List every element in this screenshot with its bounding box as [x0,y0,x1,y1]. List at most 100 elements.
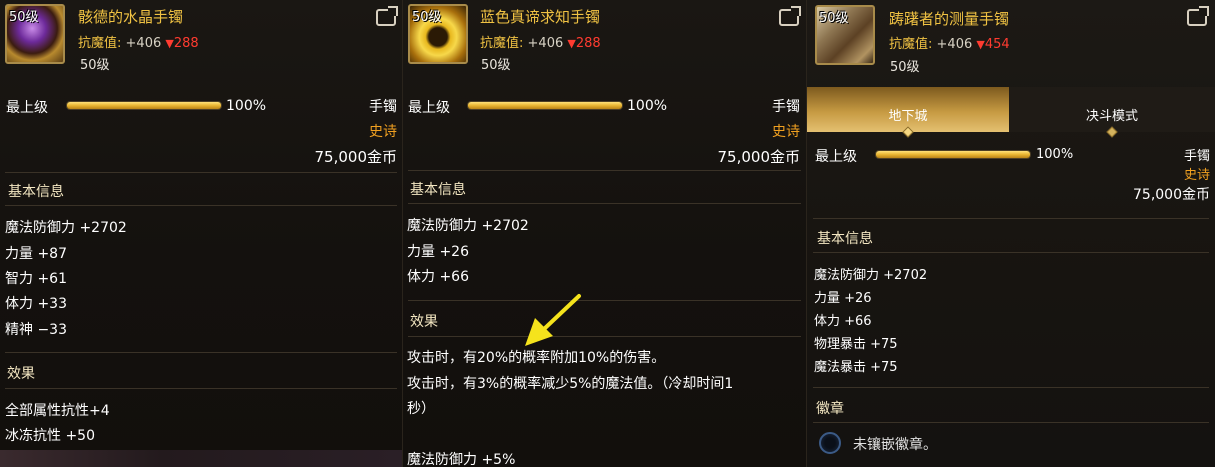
divider [5,388,397,389]
item-name: 蓝色真谛求知手镯 [480,8,601,26]
resist-value: +406 [527,36,564,51]
item-rarity: 史诗 [772,124,800,140]
item-level-badge: 50级 [819,11,849,26]
required-level: 50级 [890,60,920,75]
item-level-badge: 50级 [9,10,39,25]
tab-duel-mode[interactable]: 决斗模式 [1009,87,1215,138]
share-icon[interactable] [1187,9,1207,26]
resist-label: 抗魔值: [480,36,524,51]
resist-label: 抗魔值: [889,37,933,52]
item-tooltip-3: 50级 踌躇者的测量手镯 抗魔值: +406 ▼454 50级 地下城 决斗模式… [807,0,1215,467]
stat-line: 魔法防御力 +2702 [814,268,928,283]
share-icon[interactable] [376,9,396,26]
stat-line: 力量 +26 [407,244,469,260]
stat-line: 体力 +66 [814,314,872,329]
resist-diff: 454 [984,37,1010,52]
stat-line: 魔法防御力 +2702 [407,218,529,234]
effect-line: 全部属性抗性+4 [5,403,110,419]
emblem-title: 徽章 [816,401,844,417]
upgrade-percent: 100% [226,98,267,114]
divider [408,300,801,301]
purple-crystal-bracelet-icon[interactable]: 50级 [5,4,65,64]
stat-line: 体力 +33 [5,296,67,312]
stat-line: 体力 +66 [407,269,469,285]
tab-label: 地下城 [888,109,928,124]
effect-title: 效果 [410,314,438,330]
basic-info-title: 基本信息 [817,231,873,247]
divider [813,422,1209,423]
item-price: 75,000金币 [314,148,398,166]
resist-value: +406 [936,37,973,52]
effect-title: 效果 [7,366,35,382]
stat-line: 力量 +26 [814,291,872,306]
divider [5,172,397,173]
basic-info-title: 基本信息 [8,184,64,200]
stat-line: 魔法暴击 +75 [814,360,898,375]
divider [5,352,397,353]
divider [813,218,1209,219]
resist-label: 抗魔值: [78,36,122,51]
down-triangle-icon: ▼ [567,37,576,50]
upgrade-progress-fill [468,102,622,109]
stat-line: 精神 −33 [5,322,67,338]
magic-resist: 抗魔值: +406 ▼288 [78,32,199,51]
down-triangle-icon: ▼ [976,38,985,51]
upgrade-progress-bar [875,150,1031,159]
item-level-badge: 50级 [412,10,442,25]
upgrade-progress-fill [67,102,221,109]
item-rarity: 史诗 [369,124,397,140]
divider [408,203,801,204]
item-price: 75,000金币 [1133,187,1210,203]
upgrade-label: 最上级 [815,149,857,165]
background-art [0,450,402,467]
stat-line: 智力 +61 [5,271,67,287]
resist-diff: 288 [173,36,199,51]
upgrade-label: 最上级 [408,100,450,116]
diamond-icon [902,126,914,138]
empty-emblem-slot-icon[interactable] [819,432,841,454]
item-price: 75,000金币 [717,148,801,166]
item-rarity: 史诗 [1183,168,1210,183]
emblem-status: 未镶嵌徽章。 [853,437,937,453]
magic-resist: 抗魔值: +406 ▼288 [480,32,601,51]
divider [5,205,397,206]
effect-line: 魔法防御力 +5% [407,452,516,467]
item-name: 骸德的水晶手镯 [78,8,184,26]
upgrade-label: 最上级 [6,100,48,116]
upgrade-progress-bar [467,101,623,110]
item-type: 手镯 [1183,149,1210,164]
diamond-icon [1106,126,1118,138]
upgrade-progress-bar [66,101,222,110]
tab-label: 决斗模式 [1085,109,1138,124]
yellow-arrow-icon [525,294,581,346]
magic-resist: 抗魔值: +406 ▼454 [889,33,1010,52]
upgrade-percent: 100% [627,98,668,114]
down-triangle-icon: ▼ [165,37,174,50]
required-level: 50级 [80,58,110,73]
stat-line: 魔法防御力 +2702 [5,220,127,236]
divider [408,336,801,337]
brass-measure-bracelet-icon[interactable]: 50级 [815,5,875,65]
tab-dungeon[interactable]: 地下城 [807,87,1009,138]
effect-line: 秒） [407,401,435,417]
divider [813,252,1209,253]
item-type: 手镯 [369,99,397,115]
divider [813,387,1209,388]
required-level: 50级 [481,58,511,73]
item-tooltip-2: 50级 蓝色真谛求知手镯 抗魔值: +406 ▼288 50级 最上级 100%… [403,0,807,467]
divider [408,170,801,171]
item-tooltip-1: 50级 骸德的水晶手镯 抗魔值: +406 ▼288 50级 最上级 100% … [0,0,403,467]
item-name: 踌躇者的测量手镯 [889,10,1010,28]
gold-emerald-bracelet-icon[interactable]: 50级 [408,4,468,64]
stat-line: 物理暴击 +75 [814,337,898,352]
share-icon[interactable] [779,9,799,26]
resist-diff: 288 [575,36,601,51]
item-type: 手镯 [772,99,800,115]
upgrade-progress-fill [876,151,1030,158]
upgrade-percent: 100% [1036,147,1074,162]
basic-info-title: 基本信息 [410,182,466,198]
resist-value: +406 [125,36,162,51]
effect-line: 攻击时，有3%的概率减少5%的魔法值。（冷却时间1 [407,376,734,392]
stat-line: 力量 +87 [5,246,67,262]
effect-line: 攻击时，有20%的概率附加10%的伤害。 [407,350,666,366]
